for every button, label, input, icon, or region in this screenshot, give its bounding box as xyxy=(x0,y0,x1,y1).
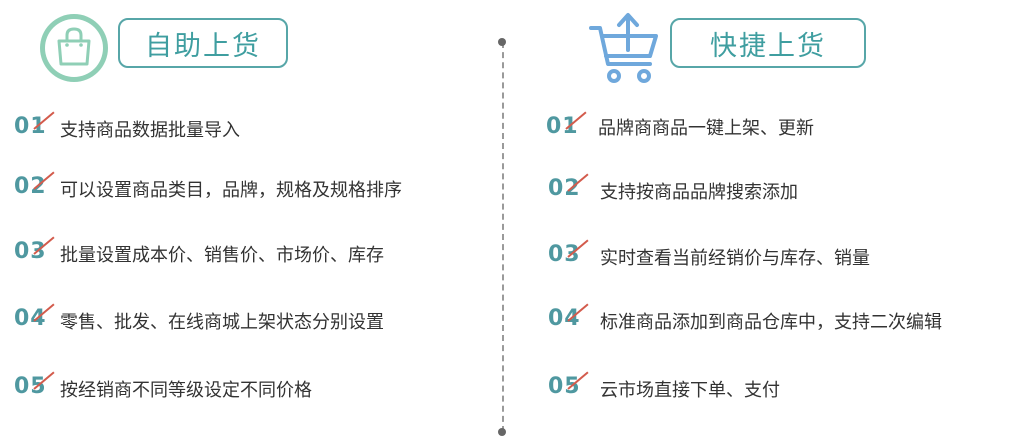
item-text: 零售、批发、在线商城上架状态分别设置 xyxy=(60,312,384,333)
item-number: 02 xyxy=(14,170,58,210)
item-number: 03 xyxy=(548,238,592,278)
item-number: 04 xyxy=(548,302,592,342)
item-number: 05 xyxy=(548,370,592,410)
cart-upload-icon xyxy=(588,10,662,86)
item-text: 批量设置成本价、销售价、市场价、库存 xyxy=(60,245,384,266)
item-text: 实时查看当前经销价与库存、销量 xyxy=(600,248,870,269)
item-text: 按经销商不同等级设定不同价格 xyxy=(60,380,312,401)
item-number: 03 xyxy=(14,235,58,275)
divider-dot-top xyxy=(498,38,506,46)
item-text: 支持商品数据批量导入 xyxy=(60,120,240,141)
item-number: 04 xyxy=(14,302,58,342)
item-text: 云市场直接下单、支付 xyxy=(600,380,780,401)
item-text: 支持按商品品牌搜索添加 xyxy=(600,182,798,203)
item-number: 05 xyxy=(14,370,58,410)
item-number: 01 xyxy=(546,110,590,150)
shopping-bag-icon xyxy=(38,12,110,84)
quick-listing-panel: 快捷上货 01 品牌商商品一键上架、更新 02 支持按商品品牌搜索添加 03 实… xyxy=(520,0,1010,448)
item-number: 02 xyxy=(548,172,592,212)
item-number: 01 xyxy=(14,110,58,150)
item-text: 标准商品添加到商品仓库中，支持二次编辑 xyxy=(600,312,942,333)
self-service-panel: 自助上货 01 支持商品数据批量导入 02 可以设置商品类目，品牌，规格及规格排… xyxy=(0,0,490,448)
item-text: 品牌商商品一键上架、更新 xyxy=(598,118,814,139)
item-text: 可以设置商品类目，品牌，规格及规格排序 xyxy=(60,180,402,201)
self-service-title: 自助上货 xyxy=(118,18,288,68)
vertical-divider xyxy=(502,42,504,432)
divider-dot-bottom xyxy=(498,428,506,436)
quick-listing-title: 快捷上货 xyxy=(670,18,866,68)
